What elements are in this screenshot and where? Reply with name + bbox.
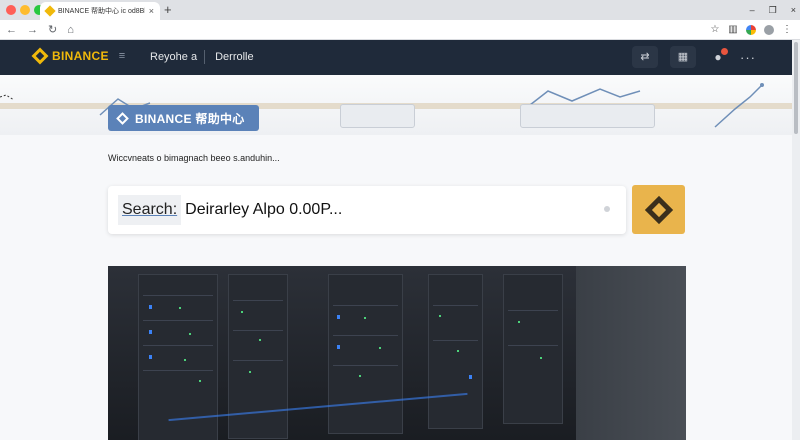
search-query[interactable]: Deirarley Alpo 0.00P...	[185, 201, 342, 219]
site-header: BINANCE ≡ Reyohe a Derrolle ⇄ ▦ ● ···	[0, 40, 792, 75]
header-actions: ⇄ ▦ ● ···	[632, 46, 756, 68]
restore-icon[interactable]: ❐	[769, 2, 777, 18]
menu-icon[interactable]: ≡	[119, 50, 125, 62]
browser-toolbar: ← → ↻ ⌂ ☆ ▥ ⋮	[0, 20, 800, 40]
browser-tab-active[interactable]: BINANCE 帮助中心 ic od8Bloy ×	[40, 2, 160, 20]
logo-text: BINANCE	[52, 49, 109, 63]
extension-icon[interactable]	[746, 25, 756, 35]
minimize-window-dot[interactable]	[20, 5, 30, 15]
clear-search-icon[interactable]	[604, 206, 610, 212]
new-tab-button[interactable]: +	[164, 2, 172, 18]
minimize-icon[interactable]: –	[750, 2, 755, 18]
welcome-text: Wiccvneats o bimagnach beeo s.anduhin...	[108, 153, 280, 163]
server-rack	[503, 274, 563, 424]
tab-close-icon[interactable]: ×	[149, 6, 154, 16]
window-controls: – ❐ ×	[750, 2, 796, 18]
forward-icon[interactable]: →	[27, 22, 38, 38]
sidebar-icon[interactable]: ▥	[728, 25, 738, 35]
browser-nav-buttons: ← → ↻ ⌂	[6, 22, 74, 38]
binance-favicon-icon	[44, 5, 56, 17]
binance-logo[interactable]: BINANCE ≡	[31, 47, 125, 65]
shuffle-icon[interactable]: ⇄	[632, 46, 658, 68]
image-wall	[576, 266, 686, 440]
tab-title: BINANCE 帮助中心 ic od8Bloy	[58, 8, 145, 15]
notification-badge	[721, 48, 728, 55]
star-icon[interactable]: ☆	[710, 25, 720, 35]
data-center-image	[108, 266, 686, 440]
user-button[interactable]: ●	[708, 46, 728, 68]
grid-icon[interactable]: ▦	[670, 46, 696, 68]
server-rack	[328, 274, 403, 434]
help-center-label: BINANCE 帮助中心	[135, 111, 245, 126]
binance-diamond-icon	[116, 111, 129, 125]
search-label: Search:	[118, 195, 182, 225]
more-icon[interactable]: ···	[740, 50, 756, 65]
close-window-dot[interactable]	[6, 5, 16, 15]
close-icon[interactable]: ×	[791, 2, 796, 18]
profile-avatar[interactable]	[764, 25, 774, 35]
binance-logo-icon	[31, 47, 49, 65]
home-icon[interactable]: ⌂	[67, 22, 74, 38]
browser-menu-icon[interactable]: ⋮	[782, 25, 792, 35]
browser-tab-bar: BINANCE 帮助中心 ic od8Bloy × + – ❐ ×	[0, 0, 800, 20]
ghost-card-2	[520, 104, 655, 128]
server-rack	[428, 274, 483, 429]
browser-toolbar-right: ☆ ▥ ⋮	[710, 22, 792, 38]
scroll-thumb[interactable]	[794, 42, 798, 134]
nav-divider	[204, 50, 205, 64]
page-scrollbar[interactable]	[792, 40, 800, 440]
search-button-icon	[644, 195, 673, 224]
nav-item-1[interactable]: Reyohe a	[150, 51, 197, 63]
nav-item-2[interactable]: Derrolle	[215, 51, 254, 63]
back-icon[interactable]: ←	[6, 22, 17, 38]
window-traffic-lights	[6, 5, 44, 15]
reload-icon[interactable]: ↻	[48, 22, 57, 38]
header-nav: Reyohe a Derrolle	[150, 51, 254, 63]
help-center-badge[interactable]: BINANCE 帮助中心	[108, 105, 259, 131]
ghost-card-1	[340, 104, 415, 128]
search-button[interactable]	[632, 185, 685, 234]
search-input[interactable]: Search: Deirarley Alpo 0.00P...	[108, 186, 626, 234]
